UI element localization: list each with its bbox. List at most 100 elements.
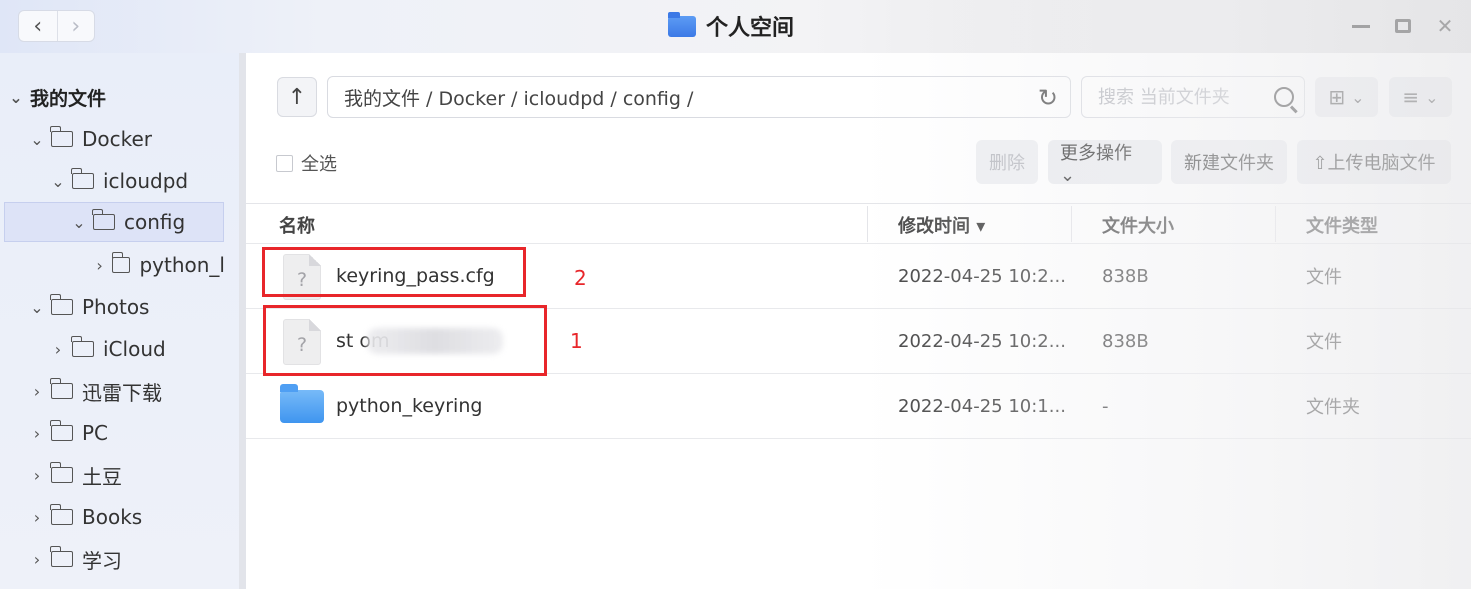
divider xyxy=(246,243,1471,244)
sidebar-item-label: Photos xyxy=(82,295,150,319)
chevron-right-icon: › xyxy=(33,507,41,527)
minimize-button[interactable] xyxy=(1349,12,1373,40)
window-title: 个人空间 xyxy=(668,10,794,42)
file-modified: 2022-04-25 10:2... xyxy=(898,330,1066,352)
column-header-modified[interactable]: 修改时间 ▾ xyxy=(898,212,985,238)
folder-icon xyxy=(668,11,696,37)
sidebar-item-python-keyring[interactable]: › python_l xyxy=(93,245,225,285)
sidebar-item-label: Books xyxy=(82,505,143,529)
sidebar-item-label: Docker xyxy=(82,127,153,151)
file-size: - xyxy=(1102,395,1109,417)
forward-button[interactable]: › xyxy=(56,11,95,41)
file-type: 文件 xyxy=(1306,332,1342,353)
chevron-right-icon: › xyxy=(33,549,41,569)
sidebar-item-books[interactable]: › Books xyxy=(29,497,142,537)
maximize-icon xyxy=(1395,19,1411,33)
column-header-name[interactable]: 名称 xyxy=(279,212,315,238)
file-name: python_keyring xyxy=(336,395,483,417)
chevron-down-icon: ⌄ xyxy=(51,171,65,191)
folder-icon xyxy=(92,209,115,230)
file-type: 文件夹 xyxy=(1306,397,1360,418)
annotation-box-1 xyxy=(263,305,547,376)
maximize-button[interactable] xyxy=(1391,12,1415,40)
sidebar-item-label: PC xyxy=(82,421,109,445)
column-separator[interactable] xyxy=(867,206,868,242)
delete-button[interactable]: 删除 xyxy=(976,140,1038,184)
sidebar-item-label: 学习 xyxy=(82,548,122,573)
list-icon: ≡ xyxy=(1402,85,1420,109)
column-separator[interactable] xyxy=(1071,206,1072,242)
annotation-label-1: 1 xyxy=(570,329,583,353)
file-type: 文件 xyxy=(1306,267,1342,288)
sidebar-scrollbar[interactable] xyxy=(239,53,246,589)
chevron-right-icon: › xyxy=(54,339,62,359)
sidebar-item-study[interactable]: › 学习 xyxy=(29,539,122,579)
sidebar-root-my-files[interactable]: ⌄ 我的文件 xyxy=(8,77,106,117)
column-separator[interactable] xyxy=(1275,206,1276,242)
checkbox[interactable] xyxy=(276,154,293,172)
sidebar-item-config[interactable]: ⌄ config xyxy=(4,202,224,242)
sidebar-item-photos[interactable]: ⌄ Photos xyxy=(29,287,149,327)
new-folder-button[interactable]: 新建文件夹 xyxy=(1171,140,1287,184)
sidebar-item-label: icloudpd xyxy=(103,169,189,193)
breadcrumb: 我的文件 / Docker / icloudpd / config / xyxy=(344,87,694,110)
chevron-down-icon: ⌄ xyxy=(30,129,44,149)
file-modified: 2022-04-25 10:1... xyxy=(898,395,1066,417)
column-header-type[interactable]: 文件类型 xyxy=(1306,212,1378,238)
divider xyxy=(246,203,1471,204)
chevron-right-icon: › xyxy=(33,423,41,443)
sidebar-root-label: 我的文件 xyxy=(30,87,107,110)
sidebar-item-pc[interactable]: › PC xyxy=(29,413,108,453)
sidebar-item-tudou[interactable]: › 土豆 xyxy=(29,455,122,495)
nav-buttons: ‹ › xyxy=(18,10,95,42)
grid-view-icon: ⊞ xyxy=(1328,85,1346,109)
select-all-checkbox[interactable]: 全选 xyxy=(276,150,337,176)
folder-icon xyxy=(50,504,73,525)
sidebar-item-icloudpd[interactable]: ⌄ icloudpd xyxy=(50,161,188,201)
upload-button[interactable]: ⇧上传电脑文件 xyxy=(1297,140,1451,184)
sidebar-item-label: iCloud xyxy=(103,337,166,361)
folder-icon xyxy=(50,378,73,399)
folder-icon xyxy=(280,384,324,423)
sort-menu-button[interactable]: ≡ ⌄ xyxy=(1389,77,1452,117)
sidebar-item-label: 迅雷下载 xyxy=(82,380,162,405)
folder-icon xyxy=(50,294,73,315)
divider xyxy=(246,438,1471,439)
window-title-text: 个人空间 xyxy=(706,16,795,41)
file-size: 838B xyxy=(1102,265,1149,287)
folder-icon xyxy=(111,252,131,273)
back-button[interactable]: ‹ xyxy=(19,11,57,41)
chevron-down-icon: ⌄ xyxy=(9,87,23,107)
path-bar[interactable]: 我的文件 / Docker / icloudpd / config / ↻ xyxy=(327,76,1071,118)
folder-icon xyxy=(50,546,73,567)
up-directory-button[interactable]: ↑ xyxy=(277,77,317,117)
folder-icon xyxy=(50,420,73,441)
sidebar-item-docker[interactable]: ⌄ Docker xyxy=(29,119,152,159)
annotation-label-2: 2 xyxy=(574,266,587,290)
refresh-icon[interactable]: ↻ xyxy=(1038,84,1058,112)
chevron-down-icon: ⌄ xyxy=(1425,87,1439,107)
folder-icon xyxy=(50,462,73,483)
search-input[interactable] xyxy=(1098,86,1258,108)
sidebar-item-icloud[interactable]: › iCloud xyxy=(50,329,166,369)
chevron-right-icon: › xyxy=(96,255,103,275)
sidebar-item-label: python_l xyxy=(139,253,225,277)
sidebar-item-xunlei[interactable]: › 迅雷下载 xyxy=(29,371,162,411)
file-modified: 2022-04-25 10:2... xyxy=(898,265,1066,287)
folder-icon xyxy=(71,336,94,357)
minimize-icon xyxy=(1352,24,1370,28)
window-controls: ✕ xyxy=(1349,12,1457,40)
chevron-down-icon: ⌄ xyxy=(1351,87,1365,107)
folder-icon xyxy=(50,126,73,147)
chevron-right-icon: › xyxy=(33,465,41,485)
sidebar-item-label: config xyxy=(124,210,186,234)
search-box xyxy=(1081,76,1305,118)
sidebar-item-label: 土豆 xyxy=(82,464,122,489)
search-icon[interactable] xyxy=(1274,87,1294,107)
close-button[interactable]: ✕ xyxy=(1433,12,1457,40)
more-actions-button[interactable]: 更多操作 ⌄ xyxy=(1048,140,1162,186)
select-all-label: 全选 xyxy=(301,154,337,175)
annotation-box-2 xyxy=(262,247,526,297)
view-mode-button[interactable]: ⊞ ⌄ xyxy=(1315,77,1378,117)
column-header-size[interactable]: 文件大小 xyxy=(1102,212,1174,238)
